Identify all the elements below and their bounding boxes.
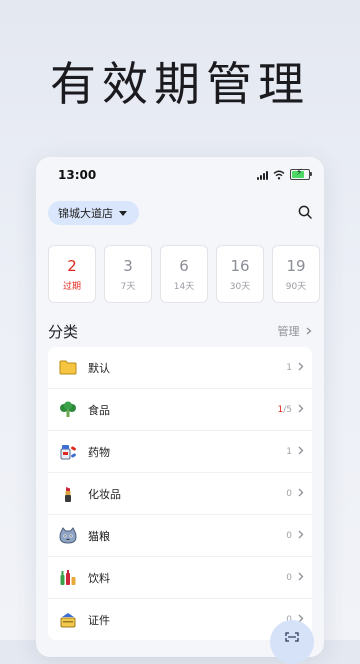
filter-count: 16 bbox=[230, 256, 250, 275]
expiry-filter-group: 2 过期 3 7天 6 14天 16 30天 19 90天 bbox=[48, 245, 320, 303]
chevron-right-icon bbox=[298, 530, 304, 539]
folder-icon bbox=[58, 358, 78, 378]
phone-screen: 13:00 ⚡ 锦城大道店 2 过期 3 7天 6 14天 16 30天 19 bbox=[36, 157, 324, 657]
filter-count: 6 bbox=[179, 256, 189, 275]
category-count: 0 bbox=[286, 572, 292, 583]
category-name: 默认 bbox=[88, 361, 110, 375]
filter-label: 30天 bbox=[229, 281, 251, 292]
category-name: 化妆品 bbox=[88, 487, 121, 501]
id-card-icon bbox=[58, 610, 78, 630]
category-row-drinks[interactable]: 饮料 0 bbox=[48, 557, 312, 599]
category-row-cosmetics[interactable]: 化妆品 0 bbox=[48, 473, 312, 515]
scan-icon bbox=[285, 632, 299, 642]
category-row-cat-food[interactable]: 猫粮 0 bbox=[48, 515, 312, 557]
wifi-icon bbox=[273, 170, 285, 179]
caret-down-icon bbox=[119, 210, 127, 216]
status-time: 13:00 bbox=[58, 168, 97, 182]
filter-90-days[interactable]: 19 90天 bbox=[272, 245, 320, 303]
status-icons: ⚡ bbox=[257, 168, 312, 180]
filter-expired[interactable]: 2 过期 bbox=[48, 245, 96, 303]
category-name: 食品 bbox=[88, 403, 110, 417]
search-icon[interactable] bbox=[298, 205, 312, 219]
filter-label: 14天 bbox=[173, 281, 195, 292]
signal-icon bbox=[257, 170, 268, 180]
broccoli-icon bbox=[58, 400, 78, 420]
filter-14-days[interactable]: 6 14天 bbox=[160, 245, 208, 303]
chevron-right-icon bbox=[298, 488, 304, 497]
filter-count: 3 bbox=[123, 256, 133, 275]
category-name: 猫粮 bbox=[88, 529, 110, 543]
cat-food-icon bbox=[58, 526, 78, 546]
manage-link[interactable]: 管理 bbox=[278, 323, 313, 339]
category-count: 0 bbox=[286, 488, 292, 499]
chevron-right-icon bbox=[298, 362, 304, 371]
store-selector[interactable]: 锦城大道店 bbox=[48, 201, 139, 225]
scan-button[interactable] bbox=[270, 620, 314, 664]
filter-count: 19 bbox=[286, 256, 306, 275]
category-section-header: 分类 管理 bbox=[48, 321, 312, 341]
category-count: 1 bbox=[286, 362, 292, 373]
category-row-default[interactable]: 默认 1 bbox=[48, 347, 312, 389]
category-name: 证件 bbox=[88, 613, 110, 627]
battery-icon: ⚡ bbox=[290, 168, 312, 180]
category-count: 1/5 bbox=[278, 405, 293, 415]
category-name: 饮料 bbox=[88, 571, 110, 585]
category-name: 药物 bbox=[88, 445, 110, 459]
filter-count: 2 bbox=[67, 256, 77, 275]
filter-7-days[interactable]: 3 7天 bbox=[104, 245, 152, 303]
manage-label: 管理 bbox=[277, 325, 300, 338]
category-row-medicine[interactable]: 药物 1 bbox=[48, 431, 312, 473]
category-count: 0 bbox=[286, 530, 292, 541]
category-count: 1 bbox=[286, 446, 292, 457]
lipstick-icon bbox=[58, 484, 78, 504]
section-title: 分类 bbox=[48, 323, 79, 341]
filter-30-days[interactable]: 16 30天 bbox=[216, 245, 264, 303]
filter-label: 90天 bbox=[285, 281, 307, 292]
filter-label: 过期 bbox=[62, 281, 81, 292]
medicine-icon bbox=[58, 442, 78, 462]
chevron-right-icon bbox=[306, 327, 312, 335]
headline-title: 有效期管理 bbox=[50, 57, 310, 111]
category-list: 默认 1 食品 1/5 药物 1 化妆品 0 猫粮 0 饮料 0 证件 bbox=[48, 347, 312, 640]
store-name: 锦城大道店 bbox=[58, 207, 113, 220]
chevron-right-icon bbox=[298, 446, 304, 455]
filter-label: 7天 bbox=[120, 281, 136, 292]
chevron-right-icon bbox=[298, 404, 304, 413]
drinks-icon bbox=[58, 568, 78, 588]
total-count: /5 bbox=[283, 404, 292, 415]
chevron-right-icon bbox=[298, 572, 304, 581]
category-row-food[interactable]: 食品 1/5 bbox=[48, 389, 312, 431]
status-bar: 13:00 ⚡ bbox=[36, 157, 324, 195]
